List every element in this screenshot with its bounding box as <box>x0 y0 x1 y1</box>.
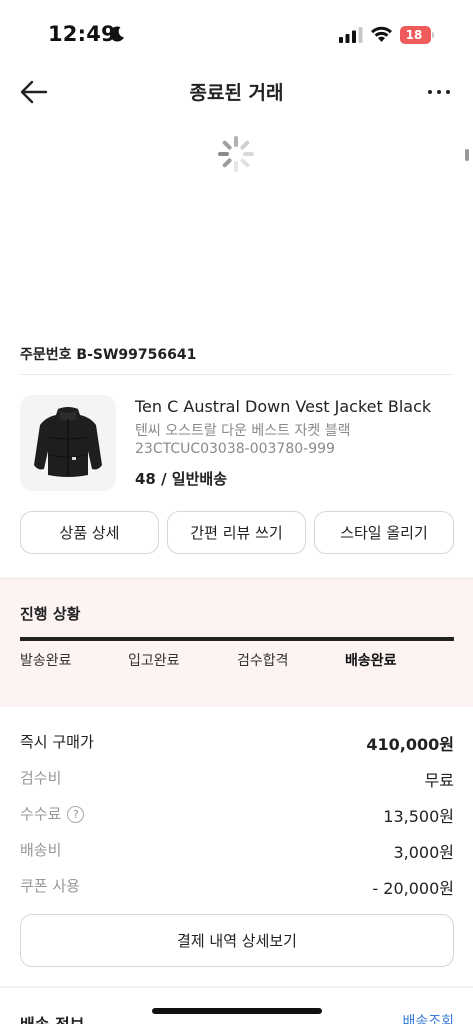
top-navigation: 종료된 거래 <box>0 70 473 114</box>
shipping-info-title: 배송 정보 <box>20 1011 84 1024</box>
divider <box>0 986 473 988</box>
write-review-button[interactable]: 간편 리뷰 쓰기 <box>167 511 306 554</box>
signal-icon <box>339 27 363 43</box>
shipping-fee-value: 3,000원 <box>393 843 454 862</box>
buy-now-price-value: 410,000원 <box>366 735 454 754</box>
divider <box>20 374 454 375</box>
coupon-label: 쿠폰 사용 <box>20 877 80 895</box>
product-name-en[interactable]: Ten C Austral Down Vest Jacket Black <box>135 397 431 416</box>
battery-level: 18 <box>405 28 423 42</box>
status-time: 12:49 <box>48 22 116 46</box>
step-inspected: 검수합격 <box>237 653 289 669</box>
commission-fee-value: 13,500원 <box>383 807 454 826</box>
page-title: 종료된 거래 <box>189 82 284 104</box>
product-detail-button[interactable]: 상품 상세 <box>20 511 159 554</box>
progress-fill <box>20 637 454 641</box>
loading-spinner-icon <box>218 136 254 172</box>
inspection-fee-label: 검수비 <box>20 769 62 787</box>
commission-fee-label: 수수료 <box>20 805 62 823</box>
step-shipped: 발송완료 <box>20 653 72 669</box>
product-code: 23CTCUC03038-003780-999 <box>135 441 335 457</box>
step-delivered: 배송완료 <box>345 653 397 669</box>
shipping-fee-label: 배송비 <box>20 841 62 859</box>
step-received: 입고완료 <box>128 653 180 669</box>
status-bar: 12:49 18 <box>0 0 473 70</box>
product-name-ko: 텐씨 오스트랄 다운 베스트 자켓 블랙 <box>135 423 351 439</box>
question-mark-icon[interactable]: ? <box>67 806 85 823</box>
commission-fee-row: 수수료? <box>20 803 85 824</box>
wifi-icon <box>371 26 392 42</box>
track-shipping-link[interactable]: 배송조회 <box>402 1011 454 1024</box>
post-style-button[interactable]: 스타일 올리기 <box>314 511 454 554</box>
product-image[interactable] <box>20 395 116 491</box>
inspection-fee-value: 무료 <box>424 771 454 790</box>
scroll-indicator[interactable] <box>465 149 469 161</box>
moon-icon <box>109 26 124 42</box>
progress-section: 진행 상황 발송완료 입고완료 검수합격 배송완료 <box>0 579 473 707</box>
progress-title: 진행 상황 <box>20 605 81 623</box>
buy-now-price-label: 즉시 구매가 <box>20 733 94 751</box>
product-option: 48 / 일반배송 <box>135 470 227 488</box>
jacket-image-icon <box>34 407 102 477</box>
order-number: 주문번호 B-SW99756641 <box>20 347 197 363</box>
home-indicator[interactable] <box>152 1008 322 1014</box>
progress-bar <box>20 637 454 641</box>
ellipsis-icon[interactable] <box>424 78 454 106</box>
payment-detail-button[interactable]: 결제 내역 상세보기 <box>20 914 454 967</box>
coupon-value: - 20,000원 <box>372 879 454 898</box>
battery-icon: 18 <box>400 26 434 44</box>
